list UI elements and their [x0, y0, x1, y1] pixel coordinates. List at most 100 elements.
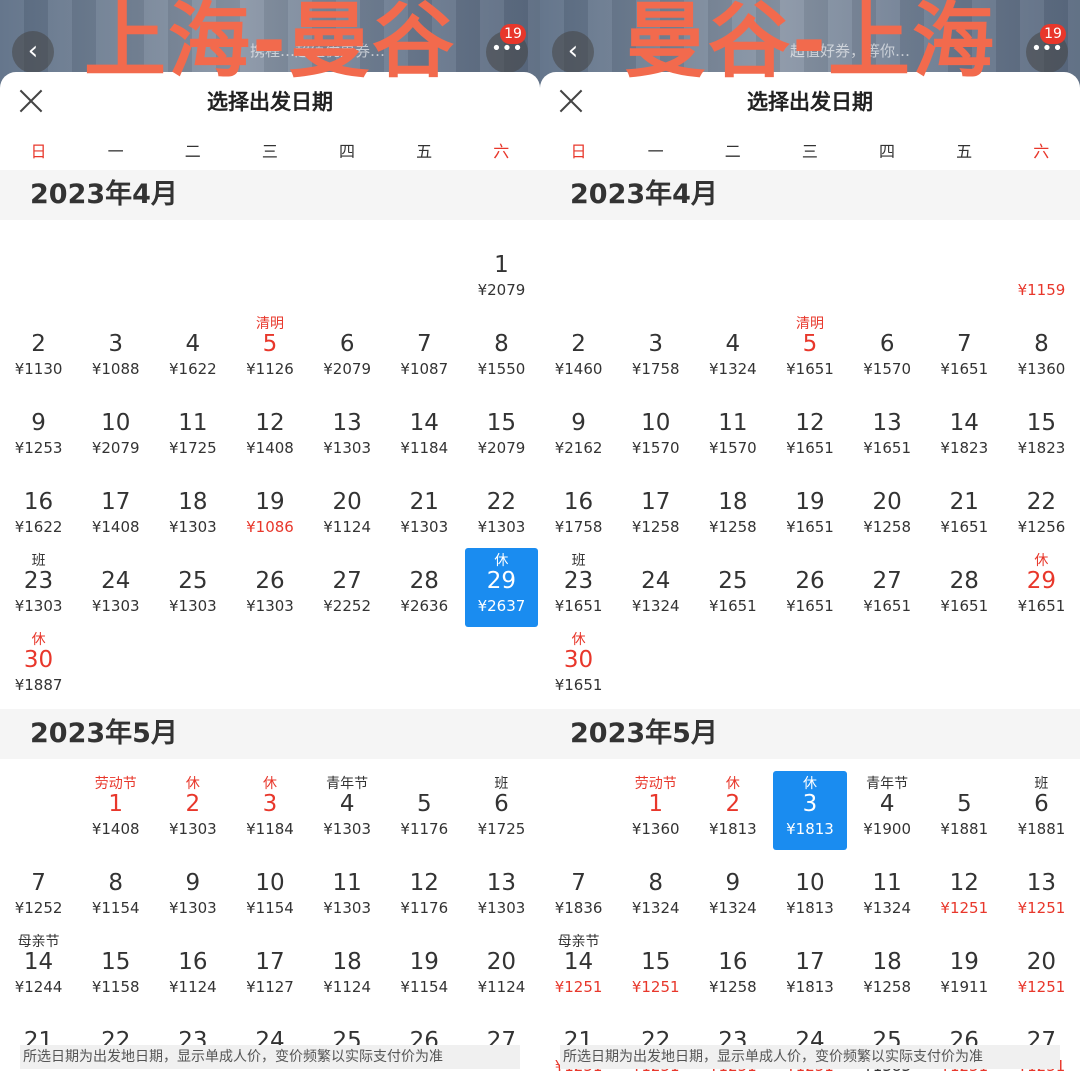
day-cell[interactable]: 5 ¥1881 — [928, 771, 1001, 850]
day-cell[interactable]: 休 30 ¥1887 — [2, 627, 75, 706]
day-cell[interactable]: 2 ¥1130 — [2, 311, 75, 390]
day-cell[interactable]: 26¥1251 — [928, 1008, 1001, 1080]
day-cell[interactable]: 11 ¥1570 — [696, 390, 769, 469]
day-cell[interactable]: 17 ¥1813 — [773, 929, 846, 1008]
day-cell[interactable]: 24 ¥1303 — [79, 548, 152, 627]
day-cell[interactable]: 24¥1251 — [773, 1008, 846, 1080]
day-cell[interactable]: 18 ¥1124 — [311, 929, 384, 1008]
day-cell[interactable]: 3 ¥1088 — [79, 311, 152, 390]
day-cell[interactable]: ¥1159 — [1005, 232, 1078, 311]
day-cell[interactable]: 16 ¥1622 — [2, 469, 75, 548]
day-cell[interactable]: 班 6 ¥1725 — [465, 771, 538, 850]
day-cell[interactable]: 青年节 4 ¥1900 — [851, 771, 924, 850]
day-cell[interactable]: 10 ¥1813 — [773, 850, 846, 929]
day-cell[interactable]: 6 ¥1570 — [851, 311, 924, 390]
day-cell[interactable]: 青年节 4 ¥1303 — [311, 771, 384, 850]
day-cell[interactable]: 26 ¥1303 — [233, 548, 306, 627]
day-cell[interactable]: 23 — [156, 1008, 229, 1080]
day-cell[interactable]: 16 ¥1258 — [696, 929, 769, 1008]
day-cell[interactable]: 13 ¥1303 — [465, 850, 538, 929]
day-cell[interactable]: 5 ¥1176 — [388, 771, 461, 850]
day-cell[interactable]: 24 ¥1324 — [619, 548, 692, 627]
day-cell[interactable]: 清明 5 ¥1126 — [233, 311, 306, 390]
day-cell[interactable]: 母亲节 14 ¥1244 — [2, 929, 75, 1008]
day-cell[interactable]: 4 ¥1324 — [696, 311, 769, 390]
day-cell[interactable]: 10 ¥1154 — [233, 850, 306, 929]
day-cell[interactable]: 28 ¥2636 — [388, 548, 461, 627]
day-cell[interactable]: 11 ¥1725 — [156, 390, 229, 469]
day-cell[interactable]: 25¥1383 — [851, 1008, 924, 1080]
day-cell[interactable]: 26 — [388, 1008, 461, 1080]
day-cell[interactable]: 27 ¥2252 — [311, 548, 384, 627]
day-cell[interactable]: 26 ¥1651 — [773, 548, 846, 627]
day-cell[interactable]: 劳动节 1 ¥1360 — [619, 771, 692, 850]
day-cell[interactable]: 9 ¥1253 — [2, 390, 75, 469]
day-cell[interactable]: 7 ¥1087 — [388, 311, 461, 390]
day-cell[interactable]: 16 ¥1124 — [156, 929, 229, 1008]
day-cell[interactable]: 20 ¥1251 — [1005, 929, 1078, 1008]
day-cell[interactable]: 劳动节 1 ¥1408 — [79, 771, 152, 850]
day-cell[interactable]: 13 ¥1651 — [851, 390, 924, 469]
day-cell[interactable]: 12 ¥1408 — [233, 390, 306, 469]
day-cell[interactable]: 8 ¥1324 — [619, 850, 692, 929]
day-cell[interactable]: 18 ¥1303 — [156, 469, 229, 548]
day-cell[interactable]: 9 ¥2162 — [542, 390, 615, 469]
day-cell[interactable]: 12 ¥1251 — [928, 850, 1001, 929]
day-cell[interactable]: 15 ¥1823 — [1005, 390, 1078, 469]
day-cell[interactable]: 27 ¥1651 — [851, 548, 924, 627]
day-cell-selected[interactable]: 休 29 ¥2637 — [464, 548, 538, 627]
day-cell[interactable]: 休 30 ¥1651 — [542, 627, 615, 706]
day-cell[interactable]: 23¥1251 — [696, 1008, 769, 1080]
day-cell[interactable]: 14 ¥1823 — [928, 390, 1001, 469]
day-cell[interactable]: 20 ¥1258 — [851, 469, 924, 548]
day-cell[interactable]: 22 ¥1256 — [1005, 469, 1078, 548]
day-cell[interactable]: 16 ¥1758 — [542, 469, 615, 548]
day-cell[interactable]: 3 ¥1758 — [619, 311, 692, 390]
day-cell[interactable]: 休 2 ¥1813 — [696, 771, 769, 850]
day-cell[interactable]: 21¥1251 — [542, 1008, 615, 1080]
day-cell[interactable]: 6 ¥2079 — [311, 311, 384, 390]
day-cell[interactable]: 11 ¥1303 — [311, 850, 384, 929]
day-cell[interactable]: 1 ¥2079 — [465, 232, 538, 311]
day-cell[interactable]: 21 ¥1303 — [388, 469, 461, 548]
day-cell-selected[interactable]: 休 3 ¥1813 — [773, 771, 847, 850]
day-cell[interactable]: 7 ¥1252 — [2, 850, 75, 929]
day-cell[interactable]: 班 23 ¥1651 — [542, 548, 615, 627]
day-cell[interactable]: 20 ¥1124 — [311, 469, 384, 548]
day-cell[interactable]: 20 ¥1124 — [465, 929, 538, 1008]
day-cell[interactable]: 12 ¥1176 — [388, 850, 461, 929]
day-cell[interactable]: 25 ¥1303 — [156, 548, 229, 627]
day-cell[interactable]: 休 3 ¥1184 — [233, 771, 306, 850]
day-cell[interactable]: 18 ¥1258 — [696, 469, 769, 548]
day-cell[interactable]: 10 ¥1570 — [619, 390, 692, 469]
day-cell[interactable]: 19 ¥1651 — [773, 469, 846, 548]
day-cell[interactable]: 25 ¥1651 — [696, 548, 769, 627]
day-cell[interactable]: 4 ¥1622 — [156, 311, 229, 390]
day-cell[interactable]: 15 ¥1158 — [79, 929, 152, 1008]
day-cell[interactable]: 8 ¥1550 — [465, 311, 538, 390]
day-cell[interactable]: 13 ¥1303 — [311, 390, 384, 469]
day-cell[interactable]: 24 — [233, 1008, 306, 1080]
day-cell[interactable]: 10 ¥2079 — [79, 390, 152, 469]
day-cell[interactable]: 7 ¥1651 — [928, 311, 1001, 390]
day-cell[interactable]: 15 ¥1251 — [619, 929, 692, 1008]
day-cell[interactable]: 14 ¥1184 — [388, 390, 461, 469]
day-cell[interactable]: 12 ¥1651 — [773, 390, 846, 469]
day-cell[interactable]: 21 — [2, 1008, 75, 1080]
day-cell[interactable]: 2 ¥1460 — [542, 311, 615, 390]
day-cell[interactable]: 休 29 ¥1651 — [1005, 548, 1078, 627]
day-cell[interactable]: 28 ¥1651 — [928, 548, 1001, 627]
day-cell[interactable]: 休 2 ¥1303 — [156, 771, 229, 850]
day-cell[interactable]: 9 ¥1303 — [156, 850, 229, 929]
day-cell[interactable]: 班 23 ¥1303 — [2, 548, 75, 627]
day-cell[interactable]: 19 ¥1911 — [928, 929, 1001, 1008]
day-cell[interactable]: 21 ¥1651 — [928, 469, 1001, 548]
day-cell[interactable]: 19 ¥1086 — [233, 469, 306, 548]
day-cell[interactable]: 9 ¥1324 — [696, 850, 769, 929]
day-cell[interactable]: 27 — [465, 1008, 538, 1080]
day-cell[interactable]: 母亲节 14 ¥1251 — [542, 929, 615, 1008]
day-cell[interactable]: 清明 5 ¥1651 — [773, 311, 846, 390]
day-cell[interactable]: 22 ¥1303 — [465, 469, 538, 548]
day-cell[interactable]: 18 ¥1258 — [851, 929, 924, 1008]
day-cell[interactable]: 班 6 ¥1881 — [1005, 771, 1078, 850]
